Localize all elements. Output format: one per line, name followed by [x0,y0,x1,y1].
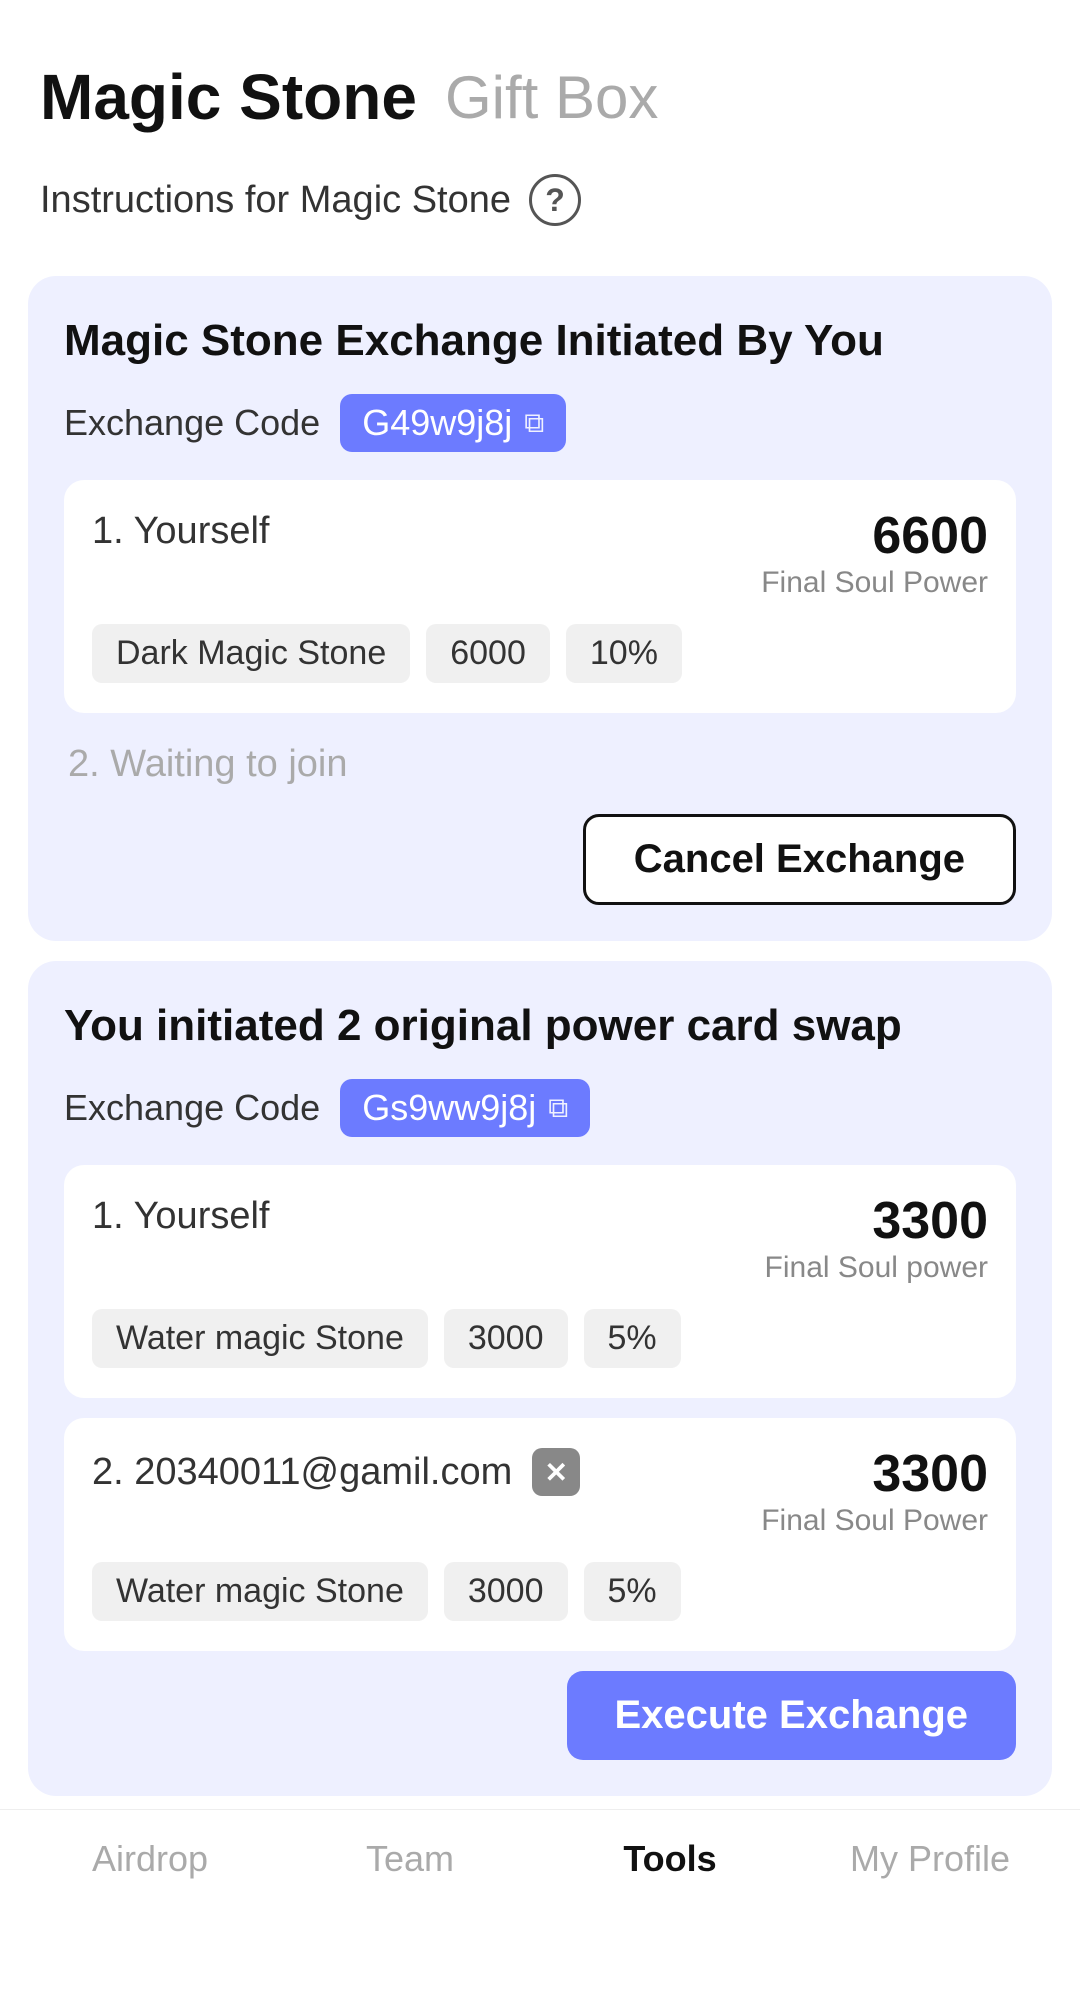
bottom-nav: Airdrop Team Tools My Profile [0,1809,1080,1920]
card2-soul-power-label-1: Final Soul power [765,1251,988,1285]
card2-soul-power-number-2: 3300 [761,1448,988,1500]
exchange-card-1: Magic Stone Exchange Initiated By You Ex… [28,276,1052,941]
nav-item-tools[interactable]: Tools [540,1838,800,1880]
cancel-exchange-button[interactable]: Cancel Exchange [583,814,1016,905]
card1-participant1-name: 1. Yourself [92,510,269,553]
nav-tools-label: Tools [623,1838,716,1880]
nav-item-team[interactable]: Team [280,1838,540,1880]
card2-exchange-code-label: Exchange Code [64,1087,320,1129]
card1-participant1-box: 1. Yourself 6600 Final Soul Power Dark M… [64,480,1016,713]
instructions-row: Instructions for Magic Stone ? [0,154,1080,256]
card2-participant2-name-row: 2. 20340011@gamil.com ✕ [92,1448,580,1496]
card1-participant1-header: 1. Yourself 6600 Final Soul Power [92,510,988,600]
card1-tag-percent: 10% [566,624,682,683]
card2-participant2-name: 2. 20340011@gamil.com [92,1451,512,1494]
card2-p2-tag-percent: 5% [584,1562,681,1621]
card1-participant1-tags: Dark Magic Stone 6000 10% [92,624,988,683]
header: Magic Stone Gift Box [0,0,1080,154]
card1-soul-power-number: 6600 [761,510,988,562]
card2-soul-power-block-2: 3300 Final Soul Power [761,1448,988,1538]
card2-participant1-header: 1. Yourself 3300 Final Soul power [92,1195,988,1285]
card2-participant2-header: 2. 20340011@gamil.com ✕ 3300 Final Soul … [92,1448,988,1538]
instructions-label: Instructions for Magic Stone [40,179,511,222]
card1-exchange-code-value: G49w9j8j [362,402,512,444]
execute-exchange-button[interactable]: Execute Exchange [567,1671,1017,1760]
card1-tag-amount: 6000 [426,624,550,683]
card2-soul-power-block-1: 3300 Final Soul power [765,1195,988,1285]
card2-p1-tag-percent: 5% [584,1309,681,1368]
nav-team-label: Team [366,1838,454,1880]
nav-item-airdrop[interactable]: Airdrop [20,1838,280,1880]
gift-box-link[interactable]: Gift Box [445,63,658,132]
page-title: Magic Stone [40,60,417,134]
remove-participant-button[interactable]: ✕ [532,1448,580,1496]
card1-soul-power-block: 6600 Final Soul Power [761,510,988,600]
card2-exchange-code-row: Exchange Code Gs9ww9j8j ⧉ [64,1079,1016,1137]
card2-soul-power-number-1: 3300 [765,1195,988,1247]
card1-title: Magic Stone Exchange Initiated By You [64,316,1016,366]
card1-exchange-code-row: Exchange Code G49w9j8j ⧉ [64,394,1016,452]
card2-p1-tag-amount: 3000 [444,1309,568,1368]
exchange-card-2: You initiated 2 original power card swap… [28,961,1052,1796]
card1-copy-icon[interactable]: ⧉ [524,407,544,440]
card2-p2-tag-amount: 3000 [444,1562,568,1621]
card1-soul-power-label: Final Soul Power [761,566,988,600]
card2-p1-tag-stone: Water magic Stone [92,1309,428,1368]
card1-participant2-name: 2. Waiting to join [68,743,348,785]
nav-airdrop-label: Airdrop [92,1838,208,1880]
card2-participant1-name: 1. Yourself [92,1195,269,1238]
card1-participant2-waiting: 2. Waiting to join [64,733,1016,806]
card2-participant1-tags: Water magic Stone 3000 5% [92,1309,988,1368]
card2-participant1-box: 1. Yourself 3300 Final Soul power Water … [64,1165,1016,1398]
card2-exchange-code-value: Gs9ww9j8j [362,1087,536,1129]
card2-exchange-code-badge[interactable]: Gs9ww9j8j ⧉ [340,1079,590,1137]
card1-exchange-code-badge[interactable]: G49w9j8j ⧉ [340,394,566,452]
card2-participant2-tags: Water magic Stone 3000 5% [92,1562,988,1621]
card2-participant2-box: 2. 20340011@gamil.com ✕ 3300 Final Soul … [64,1418,1016,1651]
card2-soul-power-label-2: Final Soul Power [761,1504,988,1538]
card1-tag-stone: Dark Magic Stone [92,624,410,683]
help-icon[interactable]: ? [529,174,581,226]
nav-my-profile-label: My Profile [850,1838,1010,1880]
nav-item-my-profile[interactable]: My Profile [800,1838,1060,1880]
card1-exchange-code-label: Exchange Code [64,402,320,444]
card2-title: You initiated 2 original power card swap [64,1001,1016,1051]
card2-p2-tag-stone: Water magic Stone [92,1562,428,1621]
card2-copy-icon[interactable]: ⧉ [548,1092,568,1125]
